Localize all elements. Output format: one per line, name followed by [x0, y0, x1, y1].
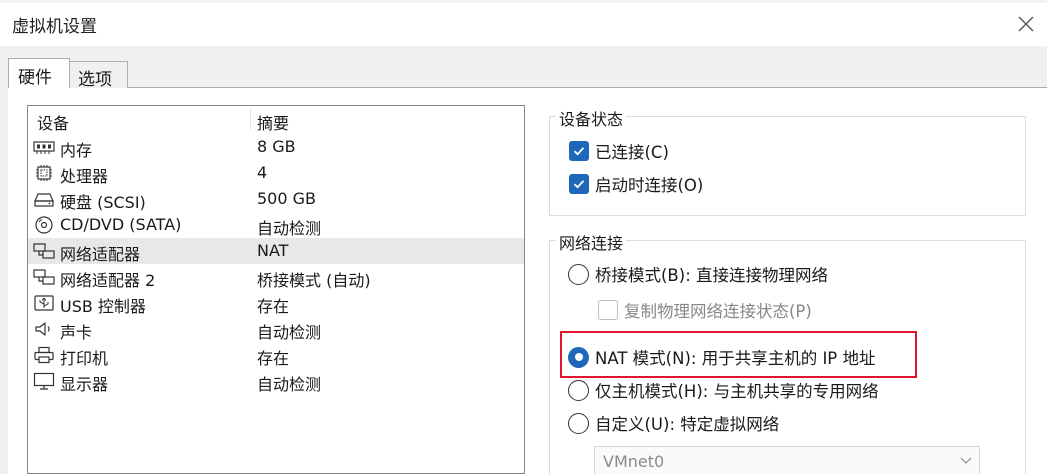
device-name: 硬盘 (SCSI) — [60, 193, 146, 212]
usb-icon — [34, 295, 54, 311]
device-status-group — [549, 116, 1026, 216]
chevron-down-icon — [960, 457, 972, 464]
printer-icon — [34, 346, 54, 364]
connected-label: 已连接(C) — [595, 143, 669, 162]
device-row-processor[interactable]: 处理器 4 — [28, 160, 524, 186]
radio-unchecked — [568, 412, 589, 434]
custom-network-value: VMnet0 — [603, 452, 665, 471]
cd-dvd-icon — [35, 216, 53, 234]
device-status-title: 设备状态 — [556, 106, 627, 130]
checkmark-icon — [573, 147, 585, 156]
connect-at-power-on-label: 启动时连接(O) — [595, 176, 704, 195]
device-name: 内存 — [60, 141, 93, 160]
tab-hardware[interactable]: 硬件 — [8, 58, 70, 88]
window-title: 虚拟机设置 — [12, 17, 97, 37]
device-name: 网络适配器 2 — [60, 271, 156, 290]
host-only-label: 仅主机模式(H): 与主机共享的专用网络 — [595, 382, 879, 401]
device-summary: 8 GB — [257, 137, 296, 156]
device-name: 处理器 — [60, 167, 109, 186]
device-name: USB 控制器 — [60, 297, 146, 316]
network-connection-title: 网络连接 — [556, 230, 627, 254]
checkbox-checked — [569, 141, 589, 161]
device-row-memory[interactable]: 内存 8 GB — [28, 134, 524, 160]
hard-disk-icon — [34, 193, 54, 207]
connected-checkbox[interactable]: 已连接(C) — [569, 139, 669, 163]
device-row-network-adapter[interactable]: 网络适配器 NAT — [28, 238, 524, 264]
custom-radio[interactable]: 自定义(U): 特定虚拟网络 — [568, 411, 779, 435]
connect-at-power-on-checkbox[interactable]: 启动时连接(O) — [569, 172, 703, 196]
device-row-hard-disk[interactable]: 硬盘 (SCSI) 500 GB — [28, 186, 524, 212]
bridged-radio[interactable]: 桥接模式(B): 直接连接物理网络 — [568, 262, 828, 286]
device-summary: 自动检测 — [257, 375, 322, 394]
title-bar-strip — [0, 0, 1047, 3]
highlight-annotation — [560, 331, 917, 378]
checkbox-unchecked-disabled — [598, 300, 618, 320]
processor-icon — [36, 165, 52, 181]
device-summary: 存在 — [257, 297, 290, 316]
display-icon — [33, 372, 55, 390]
tab-options[interactable]: 选项 — [70, 61, 128, 90]
device-name: CD/DVD (SATA) — [60, 215, 182, 234]
host-only-radio[interactable]: 仅主机模式(H): 与主机共享的专用网络 — [568, 378, 879, 402]
device-summary: 自动检测 — [257, 219, 322, 238]
device-summary: 自动检测 — [257, 323, 322, 342]
device-row-cd-dvd[interactable]: CD/DVD (SATA) 自动检测 — [28, 212, 524, 238]
memory-icon — [33, 141, 55, 154]
device-row-display[interactable]: 显示器 自动检测 — [28, 368, 524, 394]
device-summary: 4 — [257, 163, 268, 182]
device-row-printer[interactable]: 打印机 存在 — [28, 342, 524, 368]
device-name: 显示器 — [60, 375, 109, 394]
sound-card-icon — [35, 322, 50, 336]
column-header-summary[interactable]: 摘要 — [257, 110, 289, 134]
device-summary: 500 GB — [257, 189, 316, 208]
close-icon — [1018, 16, 1034, 32]
title-bar: 虚拟机设置 — [0, 0, 1047, 46]
device-summary: NAT — [257, 241, 289, 260]
radio-unchecked — [568, 379, 589, 401]
replicate-state-label: 复制物理网络连接状态(P) — [624, 302, 812, 321]
network-adapter-icon — [33, 269, 55, 285]
device-row-usb-controller[interactable]: USB 控制器 存在 — [28, 290, 524, 316]
custom-network-select[interactable]: VMnet0 — [594, 446, 980, 474]
device-list-header: 设备 摘要 — [28, 106, 524, 134]
replicate-state-checkbox[interactable]: 复制物理网络连接状态(P) — [598, 298, 812, 322]
close-button[interactable] — [1010, 8, 1042, 40]
device-name: 网络适配器 — [60, 245, 141, 264]
radio-unchecked — [568, 263, 589, 285]
device-row-sound-card[interactable]: 声卡 自动检测 — [28, 316, 524, 342]
checkmark-icon — [573, 180, 585, 189]
device-summary: 存在 — [257, 349, 290, 368]
device-name: 打印机 — [60, 349, 109, 368]
column-header-device[interactable]: 设备 — [37, 110, 69, 134]
device-summary: 桥接模式 (自动) — [257, 271, 371, 290]
checkbox-checked — [569, 174, 589, 194]
column-separator[interactable] — [250, 108, 251, 130]
device-row-network-adapter-2[interactable]: 网络适配器 2 桥接模式 (自动) — [28, 264, 524, 290]
device-list[interactable]: 设备 摘要 内存 8 GB 处理器 4 硬盘 (SCSI) 500 GB CD/… — [27, 105, 525, 474]
network-adapter-icon — [33, 243, 55, 259]
bridged-label: 桥接模式(B): 直接连接物理网络 — [595, 266, 828, 285]
custom-label: 自定义(U): 特定虚拟网络 — [595, 415, 780, 434]
device-name: 声卡 — [60, 323, 93, 342]
